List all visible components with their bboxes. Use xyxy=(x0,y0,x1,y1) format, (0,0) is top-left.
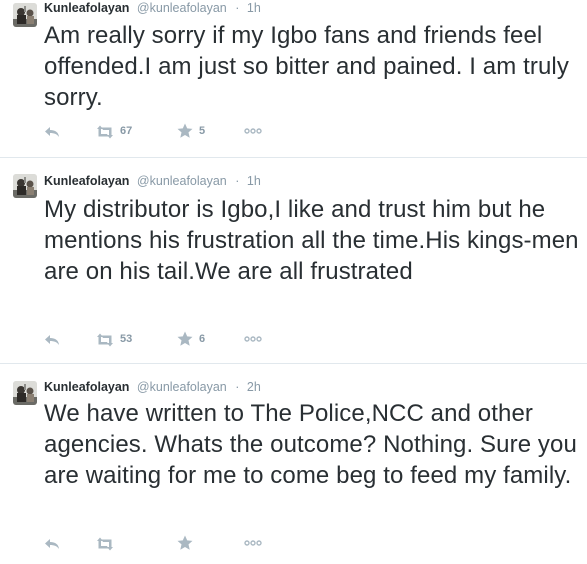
user-handle[interactable]: @kunleafolayan xyxy=(137,174,227,188)
user-name[interactable]: Kunleafolayan xyxy=(44,1,129,15)
retweet-icon xyxy=(97,333,113,346)
tweet-header: Kunleafolayan @kunleafolayan · 1h xyxy=(44,173,261,189)
tweet[interactable]: Kunleafolayan @kunleafolayan · 1h Am rea… xyxy=(0,0,587,158)
avatar[interactable] xyxy=(13,174,37,198)
star-icon xyxy=(177,331,193,346)
tweet-actions: 53 6 xyxy=(44,331,304,347)
avatar-photo xyxy=(13,174,37,198)
tweet-text: We have written to The Police,NCC and ot… xyxy=(44,400,577,489)
retweet-count: 53 xyxy=(120,333,133,345)
retweet-button[interactable]: 67 xyxy=(95,123,132,139)
tweet-text: Am really sorry if my Igbo fans and frie… xyxy=(44,22,569,111)
favorite-button[interactable]: 6 xyxy=(177,331,205,347)
tweet-header: Kunleafolayan @kunleafolayan · 1h xyxy=(44,0,261,16)
more-icon xyxy=(244,540,262,546)
tweet[interactable]: Kunleafolayan @kunleafolayan · 1h My dis… xyxy=(0,158,587,364)
tweet-text: My distributor is Igbo,I like and trust … xyxy=(44,196,579,285)
more-button[interactable] xyxy=(244,535,263,551)
tweet-header: Kunleafolayan @kunleafolayan · 2h xyxy=(44,379,261,395)
user-handle[interactable]: @kunleafolayan xyxy=(137,1,227,15)
more-button[interactable] xyxy=(244,123,263,139)
tweet-actions: 67 5 xyxy=(44,123,304,139)
star-icon xyxy=(177,123,193,138)
user-name[interactable]: Kunleafolayan xyxy=(44,174,129,188)
favorite-button[interactable]: 5 xyxy=(177,123,205,139)
star-icon xyxy=(177,535,193,550)
separator: · xyxy=(235,174,240,188)
user-handle[interactable]: @kunleafolayan xyxy=(137,380,227,394)
more-button[interactable] xyxy=(244,331,263,347)
user-name[interactable]: Kunleafolayan xyxy=(44,380,129,394)
favorite-count: 5 xyxy=(199,125,206,137)
timeline: Kunleafolayan @kunleafolayan · 1h Am rea… xyxy=(0,0,587,564)
timestamp[interactable]: 2h xyxy=(247,380,261,394)
retweet-button[interactable] xyxy=(95,535,120,551)
timestamp[interactable]: 1h xyxy=(247,1,261,15)
reply-icon xyxy=(45,335,59,345)
favorite-count: 6 xyxy=(199,333,206,345)
reply-button[interactable] xyxy=(44,535,60,551)
separator: · xyxy=(235,380,240,394)
retweet-button[interactable]: 53 xyxy=(95,331,132,347)
avatar[interactable] xyxy=(13,3,37,27)
reply-button[interactable] xyxy=(44,123,60,139)
avatar-photo xyxy=(13,381,37,405)
retweet-icon xyxy=(97,537,113,550)
separator: · xyxy=(235,1,240,15)
more-icon xyxy=(244,336,262,342)
reply-icon xyxy=(45,539,59,549)
timestamp[interactable]: 1h xyxy=(247,174,261,188)
retweet-count: 67 xyxy=(120,125,133,137)
tweet-actions xyxy=(44,535,304,551)
avatar-photo xyxy=(13,3,37,27)
more-icon xyxy=(244,128,262,134)
reply-icon xyxy=(45,127,59,137)
retweet-icon xyxy=(97,125,113,138)
reply-button[interactable] xyxy=(44,331,60,347)
avatar[interactable] xyxy=(13,381,37,405)
favorite-button[interactable] xyxy=(177,535,199,551)
tweet[interactable]: Kunleafolayan @kunleafolayan · 2h We hav… xyxy=(0,364,587,564)
